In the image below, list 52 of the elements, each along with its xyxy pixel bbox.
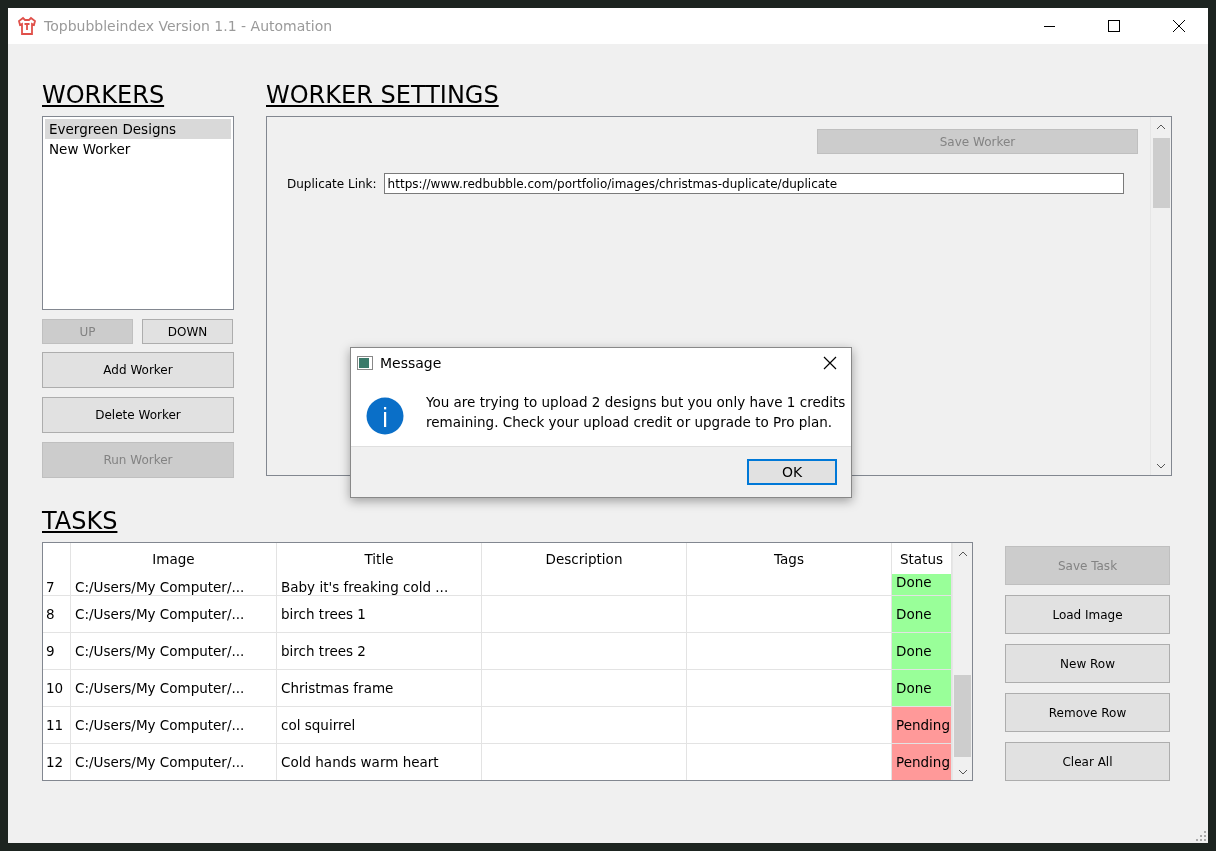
table-cell: C:/Users/My Computer/... <box>71 633 277 670</box>
row-number: 8 <box>43 596 71 633</box>
field-label: Duplicate Link: <box>287 176 377 191</box>
scroll-up-icon[interactable] <box>957 549 968 559</box>
table-cell: C:/Users/My Computer/... <box>71 670 277 707</box>
row-number: 9 <box>43 633 71 670</box>
table-cell: birch trees 2 <box>277 633 482 670</box>
section-heading: TASKS <box>42 506 119 536</box>
window-title: Topbubbleindex Version 1.1 - Automation <box>44 18 334 34</box>
status-cell: Done <box>892 670 952 707</box>
dialog-title: Message <box>380 355 443 371</box>
task-button[interactable]: Remove Row <box>1005 693 1170 732</box>
table-cell: C:/Users/My Computer/... <box>71 707 277 744</box>
row-number: 10 <box>43 670 71 707</box>
scrollbar[interactable] <box>1150 117 1171 475</box>
scroll-down-icon[interactable] <box>957 767 968 777</box>
worker-item[interactable]: New Worker <box>45 139 231 159</box>
dialog-message: You are trying to upload 2 designs but you only have 1 credits remaining. Check your upload credit or upgrade to Pro plan. <box>426 393 846 432</box>
status-cell: Pending <box>892 744 952 780</box>
move-button[interactable]: DOWN <box>142 319 233 344</box>
status-cell: Done <box>892 596 952 633</box>
scroll-thumb[interactable] <box>1152 138 1170 208</box>
section-heading: WORKERS <box>42 80 166 110</box>
status-cell: Pending <box>892 707 952 744</box>
row-number: 11 <box>43 707 71 744</box>
table-cell: col squirrel <box>277 707 482 744</box>
table-cell: C:/Users/My Computer/... <box>71 574 277 596</box>
resize-grip-icon[interactable] <box>1196 831 1206 841</box>
scrollbar[interactable] <box>952 543 972 780</box>
table-cell: C:/Users/My Computer/... <box>71 596 277 633</box>
scroll-thumb[interactable] <box>954 675 971 757</box>
worker-button[interactable]: Add Worker <box>42 352 234 388</box>
info-icon <box>366 397 404 435</box>
window-icon <box>357 356 373 370</box>
ok-button[interactable]: OK <box>747 459 837 485</box>
section-heading: WORKER SETTINGS <box>266 80 500 110</box>
duplicate-link-field[interactable]: https://www.redbubble.com/portfolio/images/christmas-duplicate/duplicate <box>383 173 1124 194</box>
worker-button[interactable]: Delete Worker <box>42 397 234 433</box>
close-icon[interactable] <box>823 356 837 370</box>
table-cell: Christmas frame <box>277 670 482 707</box>
table-cell: birch trees 1 <box>277 596 482 633</box>
task-button[interactable]: New Row <box>1005 644 1170 683</box>
status-cell: Done <box>892 633 952 670</box>
status-cell: Done <box>892 574 952 596</box>
scroll-up-icon[interactable] <box>1156 122 1166 132</box>
table-cell: Baby it's freaking cold ... <box>277 574 482 596</box>
row-number: 7 <box>43 574 71 596</box>
worker-item[interactable]: Evergreen Designs <box>45 119 231 139</box>
scroll-down-icon[interactable] <box>1156 461 1166 471</box>
task-button[interactable]: Clear All <box>1005 742 1170 781</box>
task-button[interactable]: Load Image <box>1005 595 1170 634</box>
shirt-icon <box>17 16 37 36</box>
